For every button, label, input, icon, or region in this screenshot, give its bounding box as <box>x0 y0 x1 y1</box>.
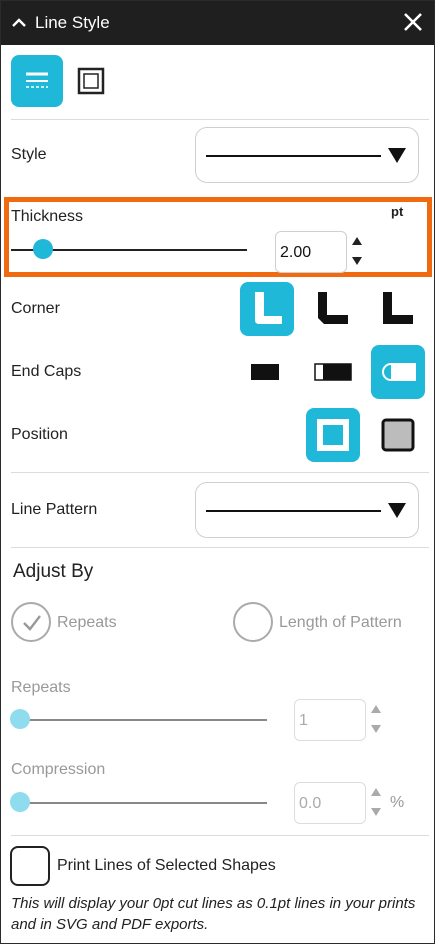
miter-corner-icon <box>383 292 413 324</box>
compression-slider-track[interactable] <box>11 802 267 804</box>
line-style-panel: Line Style Style Thickness pt 2.00 Corne… <box>0 0 435 944</box>
end-cap-round-button[interactable] <box>371 345 425 399</box>
divider <box>11 835 429 836</box>
adjust-repeats-radio[interactable] <box>11 602 51 642</box>
corner-round-button[interactable] <box>240 282 294 336</box>
butt-cap-icon <box>251 364 279 380</box>
panel-titlebar: Line Style <box>1 1 434 45</box>
corner-miter-button[interactable] <box>371 282 425 336</box>
dropdown-arrow-icon <box>388 503 406 518</box>
compression-stepper-icon[interactable] <box>369 782 383 822</box>
repeats-input[interactable]: 1 <box>294 699 366 741</box>
adjust-length-radio[interactable] <box>233 602 273 642</box>
round-cap-icon <box>382 363 416 381</box>
position-center-icon <box>317 419 349 451</box>
divider <box>11 472 429 473</box>
adjust-length-label: Length of Pattern <box>279 614 402 631</box>
thickness-slider-knob[interactable] <box>33 239 53 259</box>
line-pattern-dropdown[interactable] <box>195 482 419 538</box>
compression-slider-knob[interactable] <box>10 792 30 812</box>
compression-unit: % <box>390 794 405 811</box>
print-lines-label: Print Lines of Selected Shapes <box>57 857 276 874</box>
thickness-unit: pt <box>391 204 404 219</box>
checkmark-icon <box>23 615 41 631</box>
adjust-repeats-label: Repeats <box>57 614 117 631</box>
outline-box-icon <box>77 67 105 95</box>
dropdown-arrow-icon <box>388 148 406 163</box>
tab-outline-box[interactable] <box>65 55 117 107</box>
round-corner-icon <box>255 292 282 324</box>
end-caps-label: End Caps <box>11 363 82 380</box>
repeats-slider-track[interactable] <box>11 719 267 721</box>
compression-input[interactable]: 0.0 <box>294 782 366 824</box>
tab-line-settings[interactable] <box>11 55 63 107</box>
position-inside-icon <box>381 418 415 452</box>
position-center-button[interactable] <box>306 408 360 462</box>
position-inside-button[interactable] <box>371 408 425 462</box>
style-label: Style <box>11 146 47 163</box>
print-lines-note: This will display your 0pt cut lines as … <box>11 895 416 933</box>
end-cap-butt-button[interactable] <box>240 345 294 399</box>
square-cap-icon <box>314 363 352 381</box>
thickness-stepper-icon[interactable] <box>350 231 364 271</box>
divider <box>11 119 429 120</box>
solid-line-preview-icon <box>206 510 381 512</box>
panel-title: Line Style <box>35 13 110 32</box>
corner-bevel-button[interactable] <box>306 282 360 336</box>
adjust-by-heading: Adjust By <box>13 561 94 582</box>
thickness-input[interactable]: 2.00 <box>275 231 347 273</box>
thickness-label: Thickness <box>11 208 84 225</box>
divider <box>11 547 429 548</box>
style-dropdown[interactable] <box>195 127 419 183</box>
solid-line-preview-icon <box>206 155 381 157</box>
corner-label: Corner <box>11 300 60 317</box>
compression-label: Compression <box>11 761 106 778</box>
end-cap-square-button[interactable] <box>306 345 360 399</box>
repeats-stepper-icon[interactable] <box>369 699 383 739</box>
print-lines-checkbox[interactable] <box>10 846 50 886</box>
position-label: Position <box>11 426 68 443</box>
bevel-corner-icon <box>318 292 348 324</box>
close-icon[interactable] <box>402 11 424 33</box>
collapse-chevron-icon[interactable] <box>11 15 27 31</box>
line-pattern-label: Line Pattern <box>11 501 98 518</box>
repeats-label: Repeats <box>11 679 71 696</box>
line-settings-icon <box>26 72 48 88</box>
repeats-slider-knob[interactable] <box>10 709 30 729</box>
